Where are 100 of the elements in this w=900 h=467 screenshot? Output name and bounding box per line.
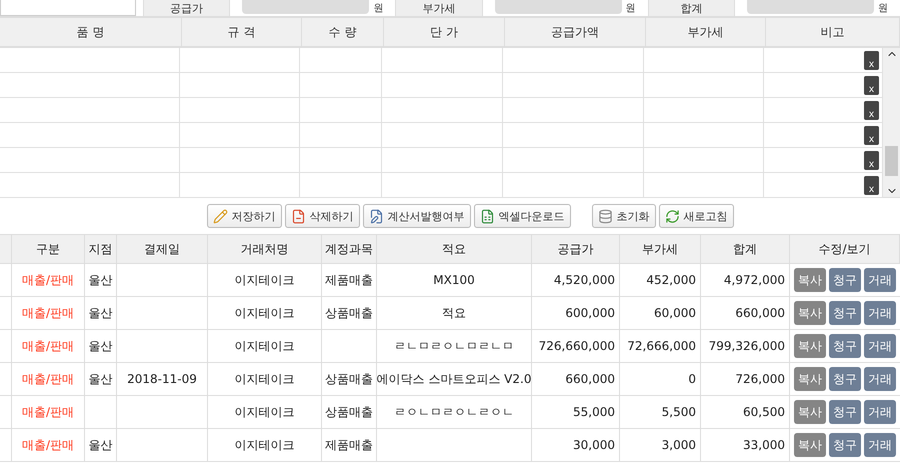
delete-row-button[interactable]: x bbox=[864, 50, 879, 70]
scroll-thumb[interactable] bbox=[885, 146, 898, 176]
column-header: 부가세 bbox=[646, 18, 766, 46]
category-cell: 매출/판매 bbox=[12, 396, 85, 428]
action-button[interactable]: 복사 bbox=[794, 433, 826, 457]
action-button[interactable]: 청구 bbox=[829, 367, 861, 391]
column-header: 부가세 bbox=[620, 235, 701, 263]
column-header: 계정과목 bbox=[322, 235, 377, 263]
table-cell: ㄹㄴㅁㄹㅇㄴㅁㄹㄴㅁ bbox=[377, 330, 532, 362]
action-button[interactable]: 청구 bbox=[829, 400, 861, 424]
delete-row-button[interactable]: x bbox=[864, 150, 879, 170]
toolbar-button[interactable]: 초기화 bbox=[592, 204, 656, 228]
table-cell: 33,000 bbox=[701, 429, 790, 461]
action-button[interactable]: 복사 bbox=[794, 301, 826, 325]
amount-field[interactable] bbox=[242, 0, 370, 14]
action-button[interactable]: 거래 bbox=[864, 433, 896, 457]
table-cell: 55,000 bbox=[532, 396, 620, 428]
search-field[interactable] bbox=[0, 0, 136, 16]
column-header: 적요 bbox=[377, 235, 532, 263]
action-button[interactable]: 청구 bbox=[829, 334, 861, 358]
toolbar-button[interactable]: 새로고침 bbox=[658, 204, 734, 228]
table-cell: 이지테이크 bbox=[208, 264, 322, 296]
toolbar-button[interactable]: 계산서발행여부 bbox=[362, 204, 470, 228]
table-cell: MX100 bbox=[377, 264, 532, 296]
delete-row-button[interactable]: x bbox=[864, 100, 879, 120]
category-cell: 매출/판매 bbox=[12, 297, 85, 329]
summary-label: 공급가 bbox=[143, 0, 230, 16]
unit-label: 원 bbox=[878, 2, 888, 15]
category-cell: 매출/판매 bbox=[12, 363, 85, 395]
document-minus-icon bbox=[290, 208, 306, 224]
table-cell: 600,000 bbox=[532, 297, 620, 329]
table-cell: 에이닥스 스마트오피스 V2.0 bbox=[377, 363, 532, 395]
action-button[interactable]: 복사 bbox=[794, 367, 826, 391]
column-header: 공급가액 bbox=[505, 18, 646, 46]
table-cell: 0 bbox=[620, 363, 701, 395]
table-cell: 60,500 bbox=[701, 396, 790, 428]
column-header: 거래처명 bbox=[208, 235, 322, 263]
action-button[interactable]: 거래 bbox=[864, 334, 896, 358]
column-header: 수정/보기 bbox=[790, 235, 900, 263]
scrollbar[interactable] bbox=[883, 48, 900, 197]
action-button[interactable]: 복사 bbox=[794, 268, 826, 292]
table-cell: 울산 bbox=[85, 363, 117, 395]
amount-field[interactable] bbox=[494, 0, 622, 14]
column-header: 단 가 bbox=[384, 18, 505, 46]
pencil-icon bbox=[212, 208, 228, 224]
column-header: 비고 bbox=[766, 18, 900, 46]
table-cell: 660,000 bbox=[532, 363, 620, 395]
table-cell: 적요 bbox=[377, 297, 532, 329]
action-button[interactable]: 청구 bbox=[829, 301, 861, 325]
toolbar-button[interactable]: 엑셀다운로드 bbox=[474, 204, 570, 228]
delete-row-button[interactable]: x bbox=[864, 76, 879, 94]
action-button[interactable]: 거래 bbox=[864, 268, 896, 292]
action-button[interactable]: 복사 bbox=[794, 334, 826, 358]
action-button[interactable]: 청구 bbox=[829, 268, 861, 292]
column-header: 품 명 bbox=[0, 18, 182, 46]
table-cell: 상품매출 bbox=[322, 363, 377, 395]
category-cell: 매출/판매 bbox=[12, 330, 85, 362]
delete-row-button[interactable]: x bbox=[864, 176, 879, 194]
table-cell: 726,000 bbox=[701, 363, 790, 395]
table-cell: 726,660,000 bbox=[532, 330, 620, 362]
action-button[interactable]: 거래 bbox=[864, 400, 896, 424]
table-cell: 제품매출 bbox=[322, 429, 377, 461]
action-button[interactable]: 거래 bbox=[864, 301, 896, 325]
table-cell: 60,000 bbox=[620, 297, 701, 329]
table-cell: 452,000 bbox=[620, 264, 701, 296]
amount-field[interactable] bbox=[746, 0, 874, 14]
toolbar-button[interactable]: 저장하기 bbox=[206, 204, 282, 228]
table-cell: 30,000 bbox=[532, 429, 620, 461]
category-cell: 매출/판매 bbox=[12, 264, 85, 296]
column-header: 수 량 bbox=[302, 18, 384, 46]
table-cell: 799,326,000 bbox=[701, 330, 790, 362]
database-icon bbox=[598, 208, 612, 224]
column-header: 합계 bbox=[701, 235, 790, 263]
toolbar-button[interactable]: 삭제하기 bbox=[284, 204, 360, 228]
summary-label: 합계 bbox=[648, 0, 735, 16]
summary-label: 부가세 bbox=[395, 0, 483, 16]
action-button[interactable]: 복사 bbox=[794, 400, 826, 424]
column-header: 결제일 bbox=[117, 235, 208, 263]
table-cell: 상품매출 bbox=[322, 396, 377, 428]
table-cell: 660,000 bbox=[701, 297, 790, 329]
column-header: 공급가 bbox=[532, 235, 620, 263]
refresh-icon bbox=[664, 208, 680, 224]
category-cell: 매출/판매 bbox=[12, 429, 85, 461]
table-cell: 이지테이크 bbox=[208, 396, 322, 428]
table-cell: 4,520,000 bbox=[532, 264, 620, 296]
table-cell: 이지테이크 bbox=[208, 363, 322, 395]
table-cell: 울산 bbox=[85, 264, 117, 296]
document-pen-icon bbox=[368, 208, 384, 224]
action-button[interactable]: 청구 bbox=[829, 433, 861, 457]
table-cell: 제품매출 bbox=[322, 264, 377, 296]
action-button[interactable]: 거래 bbox=[864, 367, 896, 391]
table-cell: 5,500 bbox=[620, 396, 701, 428]
table-cell: 72,666,000 bbox=[620, 330, 701, 362]
table-cell: ㄹㅇㄴㅁㄹㅇㄴㄹㅇㄴ bbox=[377, 396, 532, 428]
unit-label: 원 bbox=[373, 2, 384, 15]
table-cell: 4,972,000 bbox=[701, 264, 790, 296]
table-cell: 이지테이크 bbox=[208, 297, 322, 329]
delete-row-button[interactable]: x bbox=[864, 126, 879, 144]
table-cell: 이지테이크 bbox=[208, 330, 322, 362]
table-cell: 2018-11-09 bbox=[117, 363, 208, 395]
